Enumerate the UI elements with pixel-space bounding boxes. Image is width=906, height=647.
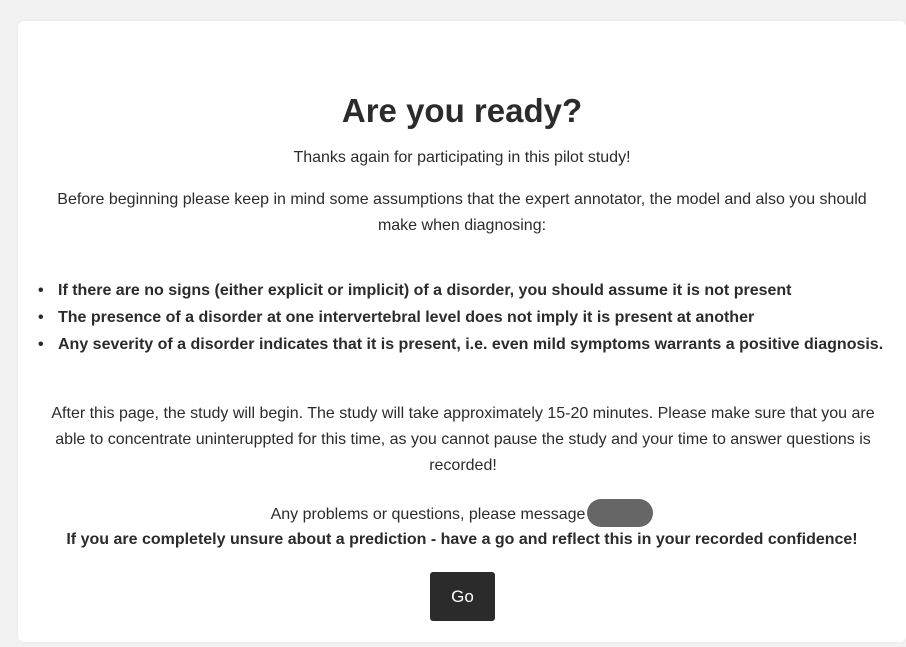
redacted-contact-pill — [587, 499, 654, 527]
page-title: Are you ready? — [341, 92, 583, 129]
ready-card: Are you ready? Thanks again for particip… — [18, 21, 906, 642]
assumption-item: • If there are no signs (either explicit … — [38, 277, 888, 304]
study-info-text: After this page, the study will begin. T… — [51, 405, 875, 474]
bullet-icon: • — [38, 282, 44, 299]
bullet-icon: • — [38, 336, 44, 353]
intro-text: Before beginning please keep in mind som… — [57, 191, 867, 234]
assumption-text: The presence of a disorder at one interv… — [58, 309, 755, 326]
unsure-text: If you are completely unsure about a pre… — [66, 531, 858, 548]
assumption-text: If there are no signs (either explicit o… — [58, 282, 792, 299]
contact-text: Any problems or questions, please messag… — [270, 506, 586, 524]
thanks-text: Thanks again for participating in this p… — [293, 149, 631, 166]
go-button[interactable]: Go — [430, 572, 495, 621]
assumption-item: • Any severity of a disorder indicates th… — [38, 331, 888, 358]
assumptions-list: • If there are no signs (either explicit … — [38, 277, 888, 358]
assumption-text: Any severity of a disorder indicates tha… — [58, 336, 884, 353]
contact-line: Any problems or questions, please messag… — [18, 499, 906, 529]
assumption-item: • The presence of a disorder at one inter… — [38, 304, 888, 331]
bullet-icon: • — [38, 309, 44, 326]
